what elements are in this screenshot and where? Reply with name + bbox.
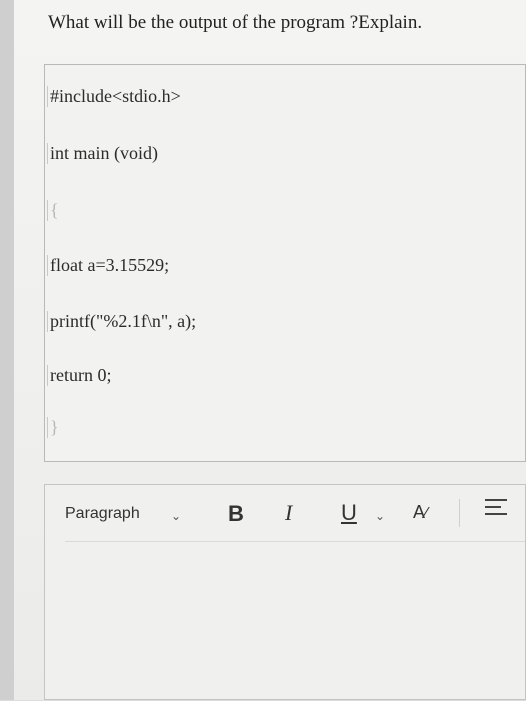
chevron-down-icon[interactable]: ⌄	[171, 509, 181, 523]
underline-options-chevron-icon[interactable]: ⌄	[375, 509, 385, 523]
toolbar-separator	[459, 499, 460, 527]
question-text: What will be the output of the program ?…	[48, 12, 423, 33]
code-line-main: int main (void)	[47, 143, 158, 164]
code-block: #include<stdio.h> int main (void) { floa…	[44, 64, 526, 462]
answer-editor[interactable]: Paragraph ⌄ B I U ⌄ A∕	[44, 484, 526, 700]
editor-toolbar: Paragraph ⌄ B I U ⌄ A∕	[45, 485, 525, 541]
code-line-close-brace: }	[47, 417, 59, 438]
text-color-icon: A	[413, 502, 426, 522]
code-line-float: float a=3.15529;	[47, 255, 169, 276]
toolbar-divider	[65, 541, 525, 542]
paragraph-format-label: Paragraph	[65, 505, 140, 522]
text-color-button[interactable]: A∕	[413, 502, 428, 523]
align-icon[interactable]	[485, 499, 507, 525]
bold-button[interactable]: B	[228, 501, 244, 527]
code-line-include: #include<stdio.h>	[47, 86, 181, 107]
screen-left-edge	[0, 0, 14, 700]
editor-text-area[interactable]	[45, 543, 525, 701]
code-line-printf: printf("%2.1f\n", a);	[47, 311, 196, 332]
code-line-return: return 0;	[47, 365, 111, 386]
paragraph-format-select[interactable]: Paragraph	[65, 505, 140, 523]
italic-button[interactable]: I	[285, 500, 292, 526]
underline-button[interactable]: U	[341, 500, 357, 526]
code-line-open-brace: {	[47, 200, 59, 221]
